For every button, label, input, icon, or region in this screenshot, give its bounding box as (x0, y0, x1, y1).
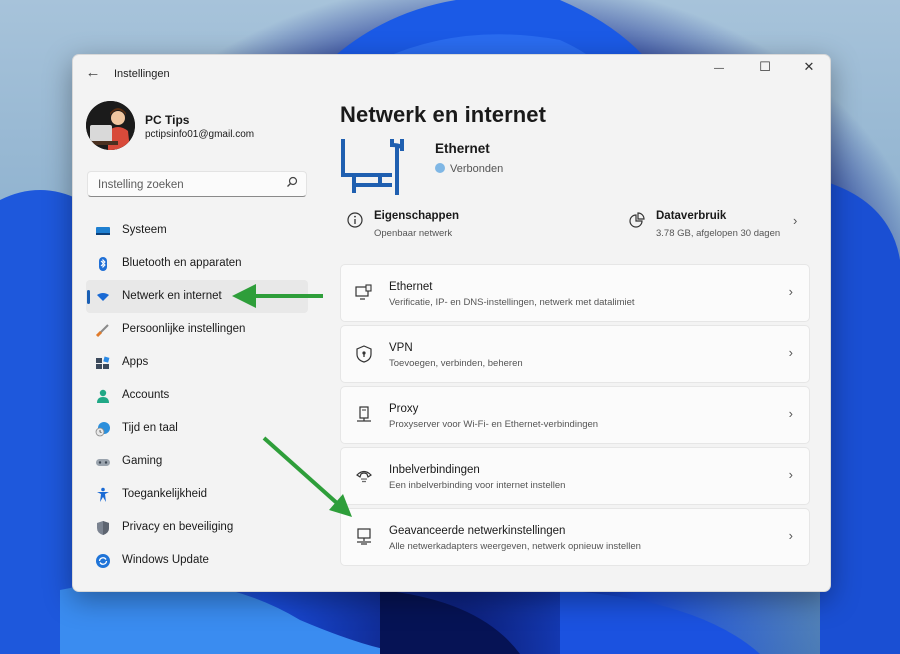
properties-link[interactable]: Eigenschappen Openbaar netwerk (347, 207, 547, 241)
globe-clock-icon (95, 421, 111, 437)
back-button[interactable]: ← (84, 64, 102, 82)
properties-title: Eigenschappen (374, 210, 459, 222)
settings-cards: Ethernet Verificatie, IP- en DNS-instell… (340, 264, 810, 569)
sidebar-item-bluetooth[interactable]: Bluetooth en apparaten (86, 247, 308, 280)
sidebar-nav: Systeem Bluetooth en apparaten Netwerk e… (86, 214, 308, 577)
main-content: Netwerk en internet Ethernet Verbonden E… (340, 55, 830, 591)
sidebar-item-toegankelijkheid[interactable]: Toegankelijkheid (86, 478, 308, 511)
app-title: Instellingen (114, 68, 170, 80)
ethernet-hero-icon (341, 139, 405, 195)
globe-icon (435, 163, 445, 173)
card-geavanceerde-netwerkinstellingen[interactable]: Geavanceerde netwerkinstellingen Alle ne… (340, 508, 810, 566)
sidebar-item-netwerk[interactable]: Netwerk en internet (86, 280, 308, 313)
card-title: Ethernet (389, 281, 433, 293)
sidebar-item-persoonlijk[interactable]: Persoonlijke instellingen (86, 313, 308, 346)
card-title: Proxy (389, 403, 419, 415)
page-title: Netwerk en internet (340, 102, 547, 127)
ethernet-icon (355, 284, 373, 302)
sidebar-item-windows-update[interactable]: Windows Update (86, 544, 308, 577)
accessibility-icon (95, 487, 111, 503)
pie-chart-icon (629, 212, 645, 228)
sidebar-item-accounts[interactable]: Accounts (86, 379, 308, 412)
sidebar-item-label: Netwerk en internet (122, 290, 222, 302)
profile-name: PC Tips (145, 113, 190, 127)
apps-icon (95, 355, 111, 371)
dialup-icon (355, 467, 373, 485)
settings-window: ← Instellingen — ☐ ✕ PC Tips pctipsinfo0… (72, 54, 831, 592)
card-subtitle: Een inbelverbinding voor internet instel… (389, 480, 566, 491)
data-usage-title: Dataverbruik (656, 210, 727, 222)
card-inbelverbindingen[interactable]: Inbelverbindingen Een inbelverbinding vo… (340, 447, 810, 505)
card-subtitle: Proxyserver voor Wi-Fi- en Ethernet-verb… (389, 419, 599, 430)
shield-icon (95, 520, 111, 536)
sidebar-item-label: Apps (122, 356, 149, 368)
chevron-right-icon: › (788, 528, 793, 543)
sidebar-item-label: Systeem (122, 224, 167, 236)
sidebar-item-label: Persoonlijke instellingen (122, 323, 246, 335)
profile-email: pctipsinfo01@gmail.com (145, 129, 255, 140)
card-proxy[interactable]: Proxy Proxyserver voor Wi-Fi- en Etherne… (340, 386, 810, 444)
sidebar-item-systeem[interactable]: Systeem (86, 214, 308, 247)
data-usage-subtitle: 3.78 GB, afgelopen 30 dagen (656, 228, 781, 239)
sidebar-item-label: Tijd en taal (122, 422, 178, 434)
chevron-right-icon: › (788, 467, 793, 482)
advanced-network-icon (355, 528, 373, 546)
card-subtitle: Alle netwerkadapters weergeven, netwerk … (389, 541, 641, 552)
chevron-right-icon: › (788, 406, 793, 421)
sidebar-item-tijd[interactable]: Tijd en taal (86, 412, 308, 445)
bluetooth-icon (95, 256, 111, 272)
proxy-icon (355, 406, 373, 424)
sidebar-item-gaming[interactable]: Gaming (86, 445, 308, 478)
active-indicator (87, 290, 90, 304)
search-box[interactable] (87, 171, 307, 197)
card-title: Geavanceerde netwerkinstellingen (389, 525, 566, 537)
connection-name: Ethernet (435, 141, 490, 156)
sidebar-item-label: Privacy en beveiliging (122, 521, 234, 533)
connection-status: Verbonden (435, 163, 503, 175)
card-subtitle: Toevoegen, verbinden, beheren (389, 358, 523, 369)
gamepad-icon (95, 454, 111, 470)
card-vpn[interactable]: VPN Toevoegen, verbinden, beheren › (340, 325, 810, 383)
person-icon (95, 388, 111, 404)
card-ethernet[interactable]: Ethernet Verificatie, IP- en DNS-instell… (340, 264, 810, 322)
monitor-icon (95, 223, 111, 239)
sidebar-item-label: Accounts (122, 389, 170, 401)
sidebar-item-label: Toegankelijkheid (122, 488, 208, 500)
chevron-right-icon: › (788, 345, 793, 360)
connection-status-text: Verbonden (450, 163, 504, 175)
sidebar-item-label: Gaming (122, 455, 163, 467)
update-icon (95, 553, 111, 569)
data-usage-link[interactable]: Dataverbruik 3.78 GB, afgelopen 30 dagen… (629, 207, 809, 241)
chevron-right-icon: › (793, 213, 798, 228)
chevron-right-icon: › (788, 284, 793, 299)
card-title: Inbelverbindingen (389, 464, 480, 476)
vpn-shield-icon (355, 345, 373, 363)
sidebar-item-apps[interactable]: Apps (86, 346, 308, 379)
properties-subtitle: Openbaar netwerk (374, 228, 453, 239)
wifi-icon (95, 289, 111, 305)
card-title: VPN (389, 342, 413, 354)
search-input[interactable] (96, 175, 280, 195)
avatar (86, 101, 135, 150)
sidebar-item-label: Bluetooth en apparaten (122, 257, 242, 269)
brush-icon (95, 322, 111, 338)
search-icon[interactable] (286, 176, 298, 191)
sidebar-item-label: Windows Update (122, 554, 209, 566)
sidebar-item-privacy[interactable]: Privacy en beveiliging (86, 511, 308, 544)
arrow-left-icon: ← (85, 64, 101, 81)
info-icon (347, 212, 363, 228)
card-subtitle: Verificatie, IP- en DNS-instellingen, ne… (389, 297, 635, 308)
